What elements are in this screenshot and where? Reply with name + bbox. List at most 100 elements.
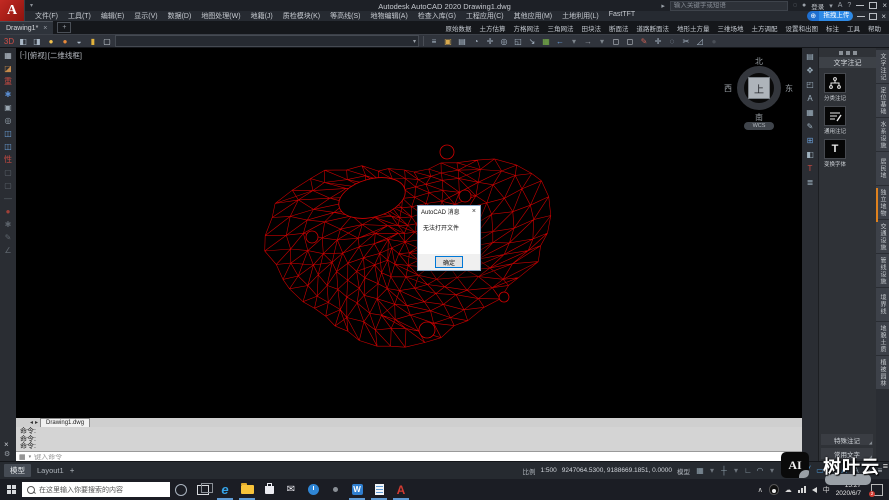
toolbar-icon[interactable]: ● <box>45 35 57 47</box>
toolbar-icon[interactable]: ◒ <box>73 35 85 47</box>
status-toggle-icon[interactable]: ∟ <box>743 465 753 477</box>
autocad-logo-icon[interactable]: A <box>0 0 25 21</box>
ribbon-tab[interactable]: 田块法 <box>578 23 606 33</box>
menu-item[interactable]: FastTFT <box>604 11 640 21</box>
network-icon[interactable] <box>798 486 806 493</box>
drawing-canvas[interactable]: [-] [俯视] [二维线框] 上 北 南 西 东 WCS <box>16 48 802 418</box>
category-tab[interactable]: 水系设施 <box>876 118 889 151</box>
category-tab[interactable]: 交通设施 <box>876 220 889 253</box>
command-settings-icon[interactable]: ⚙ <box>4 450 10 458</box>
toolbar-icon[interactable]: ↘ <box>526 35 538 47</box>
menu-item[interactable]: 检查入库(G) <box>413 11 461 21</box>
minimize-button[interactable] <box>856 5 864 6</box>
toolbar-icon[interactable]: ◔ <box>470 35 482 47</box>
side-tool-icon[interactable]: ● <box>2 205 15 217</box>
annotation-tool-icon[interactable]: T <box>804 162 817 174</box>
ribbon-tab[interactable]: 三维场地 <box>714 23 748 33</box>
ribbon-tab[interactable]: 帮助 <box>864 23 885 33</box>
menu-item[interactable]: 数据(D) <box>163 11 197 21</box>
menu-item[interactable]: 显示(V) <box>129 11 162 21</box>
menu-item[interactable]: 其他应用(M) <box>509 11 558 21</box>
annotation-tool-icon[interactable]: A <box>804 92 817 104</box>
search-icon[interactable]: ◌ <box>793 2 797 9</box>
side-tool-icon[interactable]: 性 <box>2 153 15 165</box>
drawing-file-tab[interactable]: Drawing1* × <box>0 21 53 34</box>
command-icon[interactable]: ▦ <box>19 453 26 461</box>
section-common-text[interactable]: 常用文字◢ <box>821 448 873 459</box>
toolbar-icon[interactable]: ◻ <box>624 35 636 47</box>
status-toggle-icon[interactable]: ≡ <box>875 465 885 477</box>
notification-center-icon[interactable]: 2 <box>871 484 883 496</box>
panel-dock-controls[interactable] <box>819 48 876 57</box>
new-tab-button[interactable]: + <box>57 22 71 33</box>
category-tab[interactable]: 定位基础 <box>876 84 889 117</box>
menu-item[interactable]: 质检模块(K) <box>278 11 325 21</box>
status-toggle-icon[interactable]: ▾ <box>731 465 741 477</box>
toolbar-icon[interactable]: ◨ <box>31 35 43 47</box>
tab-close-icon[interactable]: × <box>43 25 47 32</box>
toolbar-icon[interactable]: ▦ <box>540 35 552 47</box>
taskbar-clock[interactable]: 15:27 2020/6/7 <box>836 482 861 498</box>
annotation-tool-icon[interactable]: ▤ <box>804 50 817 62</box>
toolbar-icon[interactable]: ◱ <box>512 35 524 47</box>
category-tab[interactable]: 境界线 <box>876 288 889 321</box>
annotation-tool-icon[interactable]: ▦ <box>804 106 817 118</box>
command-input[interactable] <box>34 454 799 461</box>
toolbar-icon[interactable]: ✂ <box>680 35 692 47</box>
status-toggle-icon[interactable]: + <box>863 465 873 477</box>
doc-restore-button[interactable] <box>869 13 877 20</box>
category-tab[interactable]: 居民地 <box>876 152 889 185</box>
file-explorer-icon[interactable] <box>236 479 258 500</box>
close-button[interactable]: × <box>882 1 887 10</box>
restore-button[interactable] <box>869 2 877 9</box>
tab-layout1[interactable]: Layout1 <box>37 466 64 475</box>
user-icon[interactable]: ● <box>802 2 806 9</box>
tray-expand-icon[interactable]: ∧ <box>758 486 763 494</box>
status-toggle-icon[interactable]: A <box>851 465 861 477</box>
status-toggle-icon[interactable]: A <box>839 465 849 477</box>
tool-general-annotation[interactable]: 通用注记 <box>823 106 847 135</box>
menu-item[interactable]: 文件(F) <box>30 11 63 21</box>
cloud-icon[interactable]: ☁ <box>785 486 792 494</box>
category-tab[interactable]: 植被园林 <box>876 356 889 389</box>
toolbar-icon[interactable]: ◌ <box>666 35 678 47</box>
menu-item[interactable]: 地物编辑(A) <box>365 11 412 21</box>
ribbon-tab[interactable]: 三角网法 <box>544 23 578 33</box>
category-tab[interactable]: 管线设施 <box>876 254 889 287</box>
viewport-visualstyle-control[interactable]: [二维线框] <box>48 50 82 61</box>
section-special-annotation[interactable]: 特殊注记◢ <box>821 434 873 445</box>
store-icon[interactable] <box>258 479 280 500</box>
status-toggle-icon[interactable]: ▾ <box>827 465 837 477</box>
status-toggle-icon[interactable]: ◠ <box>755 465 765 477</box>
edge-icon[interactable]: e <box>214 479 236 500</box>
space-label[interactable]: 模型 <box>677 466 690 476</box>
qq-icon[interactable] <box>769 484 779 495</box>
annotation-tool-icon[interactable]: ✎ <box>804 120 817 132</box>
help-icon[interactable]: ? <box>847 2 851 9</box>
dialog-titlebar[interactable]: AutoCAD 消息 × <box>418 206 480 217</box>
toolbar-icon[interactable]: ◿ <box>694 35 706 47</box>
ribbon-tab[interactable]: 断面法 <box>605 23 633 33</box>
ribbon-tab[interactable]: 土方调配 <box>748 23 782 33</box>
search-expand-icon[interactable]: ▸ <box>661 2 665 10</box>
coordinates-readout[interactable]: 9247064.5300, 9188669.1851, 0.0000 <box>562 467 672 474</box>
side-tool-icon[interactable]: ✱ <box>2 88 15 100</box>
toolbar-icon[interactable]: ▾ <box>596 35 608 47</box>
autocad-taskbar-icon[interactable]: A <box>390 479 412 500</box>
category-tab[interactable]: 文字注记 <box>876 50 889 83</box>
toolbar-icon[interactable]: ✎ <box>638 35 650 47</box>
status-toggle-icon[interactable]: ▦ <box>695 465 705 477</box>
ribbon-tab[interactable]: 道路断面法 <box>633 23 674 33</box>
view-cube[interactable]: 上 北 南 西 东 WCS <box>730 56 788 132</box>
status-toggle-icon[interactable]: ▾ <box>791 465 801 477</box>
menu-item[interactable]: 等高线(S) <box>325 11 365 21</box>
ok-button[interactable]: 确定 <box>435 256 463 268</box>
login-button[interactable]: 登录 <box>811 1 824 11</box>
notes-app-icon[interactable] <box>368 479 390 500</box>
clock-app-icon[interactable] <box>302 479 324 500</box>
ribbon-tab[interactable]: 标注 <box>822 23 843 33</box>
menu-item[interactable]: 地图处理(W) <box>196 11 245 21</box>
category-tab[interactable]: 地貌土质 <box>876 322 889 355</box>
scale-value[interactable]: 1:500 <box>540 467 556 474</box>
annotation-tool-icon[interactable]: ≣ <box>804 176 817 188</box>
